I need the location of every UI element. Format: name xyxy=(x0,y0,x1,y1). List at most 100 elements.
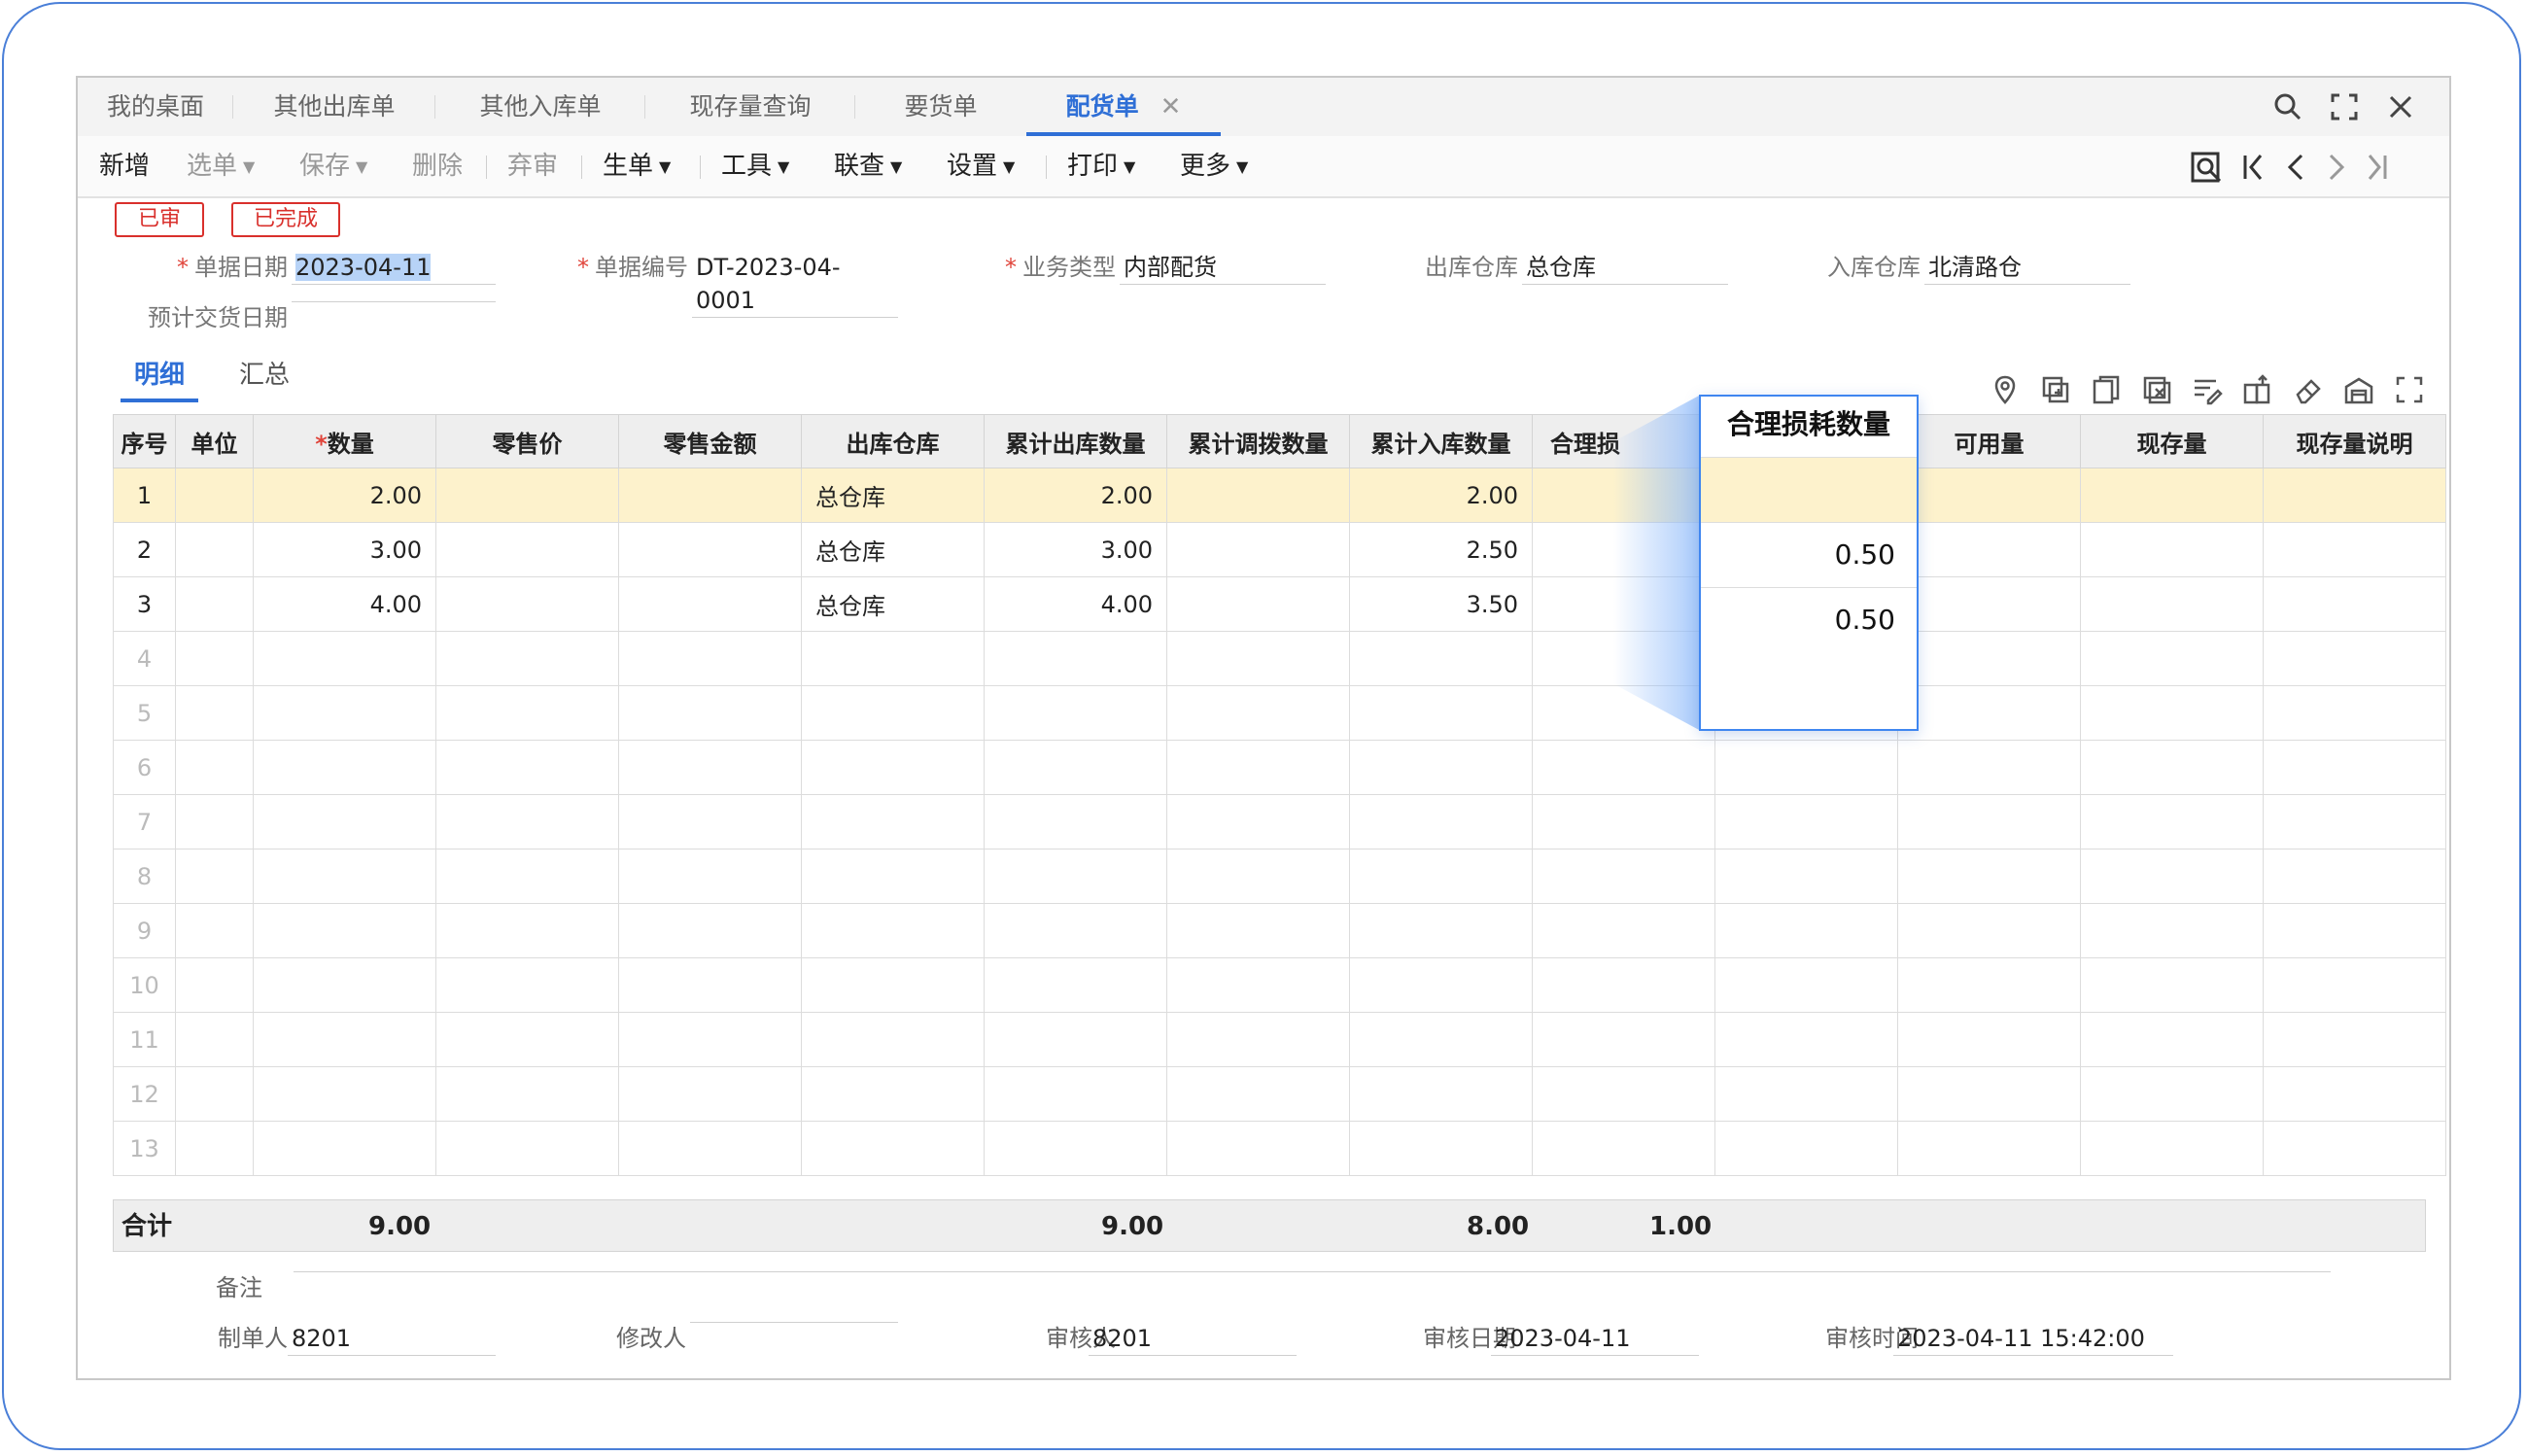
grid-cell-stock-note[interactable] xyxy=(2263,849,2446,904)
grid-cell-retail-price[interactable] xyxy=(435,903,619,958)
grid-cell-date[interactable] xyxy=(1714,903,1898,958)
grid-cell-loss[interactable] xyxy=(1532,1012,1715,1067)
tab-my-desktop[interactable]: 我的桌面 xyxy=(78,78,233,136)
grid-cell-date[interactable] xyxy=(1714,1066,1898,1122)
close-tab-icon[interactable]: ✕ xyxy=(1160,92,1182,121)
grid-cell-cum-in[interactable] xyxy=(1349,1066,1533,1122)
grid-cell-available[interactable] xyxy=(1897,849,2081,904)
grid-cell-retail-price[interactable] xyxy=(435,849,619,904)
table-row[interactable]: 8 xyxy=(113,849,2446,904)
grid-cell-cum-transfer[interactable] xyxy=(1166,468,1350,523)
grid-cell-out-wh[interactable] xyxy=(801,903,985,958)
grid-cell-stock-note[interactable] xyxy=(2263,957,2446,1013)
grid-cell-available[interactable] xyxy=(1897,957,2081,1013)
grid-cell-retail-price[interactable] xyxy=(435,522,619,577)
grid-cell-out-wh[interactable] xyxy=(801,1066,985,1122)
location-pin-icon[interactable] xyxy=(1989,373,2022,406)
col-header-seq[interactable]: 序号 xyxy=(113,414,176,468)
tab-summary[interactable]: 汇总 xyxy=(235,356,294,399)
grid-cell-stock[interactable] xyxy=(2080,1012,2264,1067)
grid-cell-retail-amount[interactable] xyxy=(618,1066,802,1122)
grid-cell-date[interactable] xyxy=(1714,740,1898,795)
grid-cell-loss[interactable] xyxy=(1532,1121,1715,1176)
grid-cell-cum-transfer[interactable] xyxy=(1166,1121,1350,1176)
grid-cell-date[interactable] xyxy=(1714,849,1898,904)
grid-cell-loss[interactable] xyxy=(1532,903,1715,958)
grid-cell-seq[interactable]: 9 xyxy=(113,903,176,958)
grid-cell-qty[interactable] xyxy=(253,740,436,795)
grid-cell-stock-note[interactable] xyxy=(2263,1121,2446,1176)
grid-cell-seq[interactable]: 10 xyxy=(113,957,176,1013)
grid-cell-out-wh[interactable] xyxy=(801,794,985,849)
grid-cell-available[interactable] xyxy=(1897,576,2081,632)
grid-cell-qty[interactable] xyxy=(253,631,436,686)
grid-cell-unit[interactable] xyxy=(175,468,254,523)
grid-cell-stock-note[interactable] xyxy=(2263,794,2446,849)
grid-cell-cum-in[interactable] xyxy=(1349,849,1533,904)
grid-cell-out-wh[interactable]: 总仓库 xyxy=(801,468,985,523)
grid-cell-available[interactable] xyxy=(1897,740,2081,795)
grid-cell-stock-note[interactable] xyxy=(2263,576,2446,632)
grid-cell-loss[interactable] xyxy=(1532,1066,1715,1122)
table-row[interactable]: 10 xyxy=(113,957,2446,1013)
grid-cell-date[interactable] xyxy=(1714,1121,1898,1176)
grid-cell-retail-price[interactable] xyxy=(435,794,619,849)
grid-cell-retail-price[interactable] xyxy=(435,631,619,686)
grid-cell-cum-in[interactable]: 3.50 xyxy=(1349,576,1533,632)
grid-cell-stock[interactable] xyxy=(2080,576,2264,632)
grid-cell-unit[interactable] xyxy=(175,740,254,795)
grid-cell-out-wh[interactable]: 总仓库 xyxy=(801,522,985,577)
grid-cell-qty[interactable] xyxy=(253,1066,436,1122)
maximize-icon[interactable] xyxy=(2327,89,2362,124)
grid-cell-out-wh[interactable] xyxy=(801,740,985,795)
grid-cell-unit[interactable] xyxy=(175,576,254,632)
grid-cell-seq[interactable]: 4 xyxy=(113,631,176,686)
delete-row-icon[interactable] xyxy=(2140,373,2173,406)
table-row[interactable]: 2 3.00 总仓库 3.00 2.50 xyxy=(113,522,2446,577)
grid-cell-stock-note[interactable] xyxy=(2263,740,2446,795)
grid-cell-cum-out[interactable] xyxy=(984,1066,1167,1122)
split-columns-icon[interactable] xyxy=(2241,373,2274,406)
grid-cell-out-wh[interactable] xyxy=(801,849,985,904)
grid-cell-retail-amount[interactable] xyxy=(618,576,802,632)
grid-cell-retail-amount[interactable] xyxy=(618,522,802,577)
grid-cell-retail-price[interactable] xyxy=(435,1066,619,1122)
grid-cell-cum-in[interactable] xyxy=(1349,740,1533,795)
table-row[interactable]: 4 xyxy=(113,631,2446,686)
grid-cell-seq[interactable]: 3 xyxy=(113,576,176,632)
grid-cell-unit[interactable] xyxy=(175,1121,254,1176)
grid-cell-retail-amount[interactable] xyxy=(618,1012,802,1067)
tab-distribution-order[interactable]: 配货单 ✕ xyxy=(1026,78,1221,136)
grid-cell-available[interactable] xyxy=(1897,1121,2081,1176)
copy-row-icon[interactable] xyxy=(2090,373,2123,406)
settings-button[interactable]: 设置 ▼ xyxy=(947,136,1015,196)
col-header-unit[interactable]: 单位 xyxy=(175,414,254,468)
grid-cell-cum-in[interactable] xyxy=(1349,631,1533,686)
in-warehouse-field[interactable]: 北清路仓 xyxy=(1924,251,2130,285)
grid-cell-available[interactable] xyxy=(1897,1012,2081,1067)
grid-cell-unit[interactable] xyxy=(175,522,254,577)
grid-cell-qty[interactable] xyxy=(253,957,436,1013)
grid-cell-unit[interactable] xyxy=(175,903,254,958)
table-row[interactable]: 11 xyxy=(113,1012,2446,1067)
grid-cell-out-wh[interactable]: 总仓库 xyxy=(801,576,985,632)
grid-cell-seq[interactable]: 12 xyxy=(113,1066,176,1122)
table-row[interactable]: 7 xyxy=(113,794,2446,849)
grid-cell-stock[interactable] xyxy=(2080,1066,2264,1122)
grid-cell-date[interactable] xyxy=(1714,957,1898,1013)
grid-cell-stock[interactable] xyxy=(2080,522,2264,577)
grid-cell-cum-transfer[interactable] xyxy=(1166,631,1350,686)
table-row[interactable]: 1 2.00 总仓库 2.00 2.00 xyxy=(113,468,2446,523)
grid-cell-qty[interactable] xyxy=(253,1121,436,1176)
grid-cell-loss[interactable] xyxy=(1532,957,1715,1013)
grid-cell-cum-in[interactable] xyxy=(1349,1121,1533,1176)
grid-cell-cum-out[interactable]: 2.00 xyxy=(984,468,1167,523)
grid-cell-stock[interactable] xyxy=(2080,685,2264,741)
grid-cell-seq[interactable]: 5 xyxy=(113,685,176,741)
grid-cell-retail-amount[interactable] xyxy=(618,740,802,795)
col-header-out-warehouse[interactable]: 出库仓库 xyxy=(801,414,985,468)
grid-cell-cum-in[interactable] xyxy=(1349,794,1533,849)
grid-cell-stock[interactable] xyxy=(2080,631,2264,686)
last-record-icon[interactable] xyxy=(2358,148,2397,187)
grid-cell-retail-price[interactable] xyxy=(435,468,619,523)
